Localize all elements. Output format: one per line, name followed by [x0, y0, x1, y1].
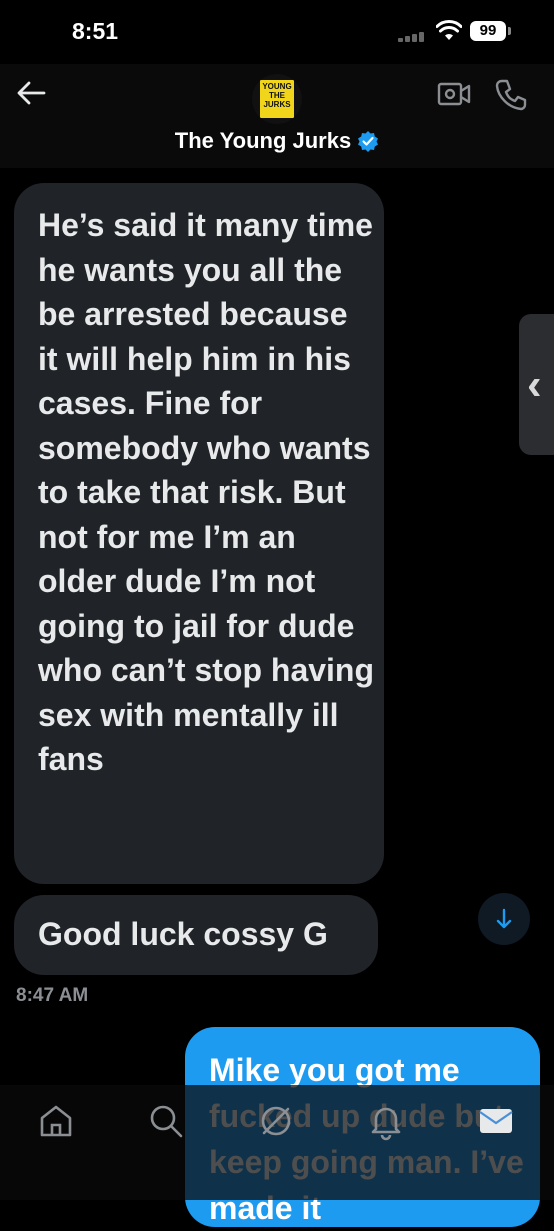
bottom-tab-bar	[0, 1085, 554, 1200]
scroll-to-bottom-button[interactable]	[478, 893, 530, 945]
avatar[interactable]: YOUNG THE JURKS	[252, 74, 302, 124]
side-panel-handle[interactable]: ‹	[519, 314, 554, 455]
message-bubble-incoming[interactable]: Good luck cossy G	[14, 895, 378, 975]
home-icon[interactable]	[36, 1101, 76, 1141]
cellular-signal-icon	[398, 30, 428, 42]
envelope-icon[interactable]	[476, 1101, 516, 1141]
conversation-header: YOUNG THE JURKS The Young Jurks	[0, 64, 554, 168]
message-timestamp: 8:47 AM	[16, 985, 89, 1006]
battery-icon: 99	[470, 21, 506, 41]
avatar-logo: YOUNG THE JURKS	[260, 80, 294, 118]
chevron-left-icon: ‹	[527, 360, 542, 409]
status-time: 8:51	[72, 18, 119, 44]
status-bar: 8:51 99	[0, 0, 554, 64]
phone-icon[interactable]	[494, 78, 528, 112]
verified-badge-icon	[358, 131, 379, 152]
conversation-name-text: The Young Jurks	[174, 128, 352, 153]
battery-nub	[508, 27, 511, 35]
arrow-down-icon	[496, 908, 512, 929]
wifi-icon	[436, 20, 462, 40]
search-icon[interactable]	[146, 1101, 186, 1141]
video-camera-icon[interactable]	[437, 80, 471, 108]
conversation-name[interactable]: The Young Jurks	[0, 128, 554, 154]
arrow-left-icon[interactable]	[14, 78, 50, 108]
message-bubble-incoming[interactable]: He’s said it many time he wants you all …	[14, 183, 384, 884]
bell-icon[interactable]	[366, 1101, 406, 1141]
spaces-icon[interactable]	[256, 1101, 296, 1141]
